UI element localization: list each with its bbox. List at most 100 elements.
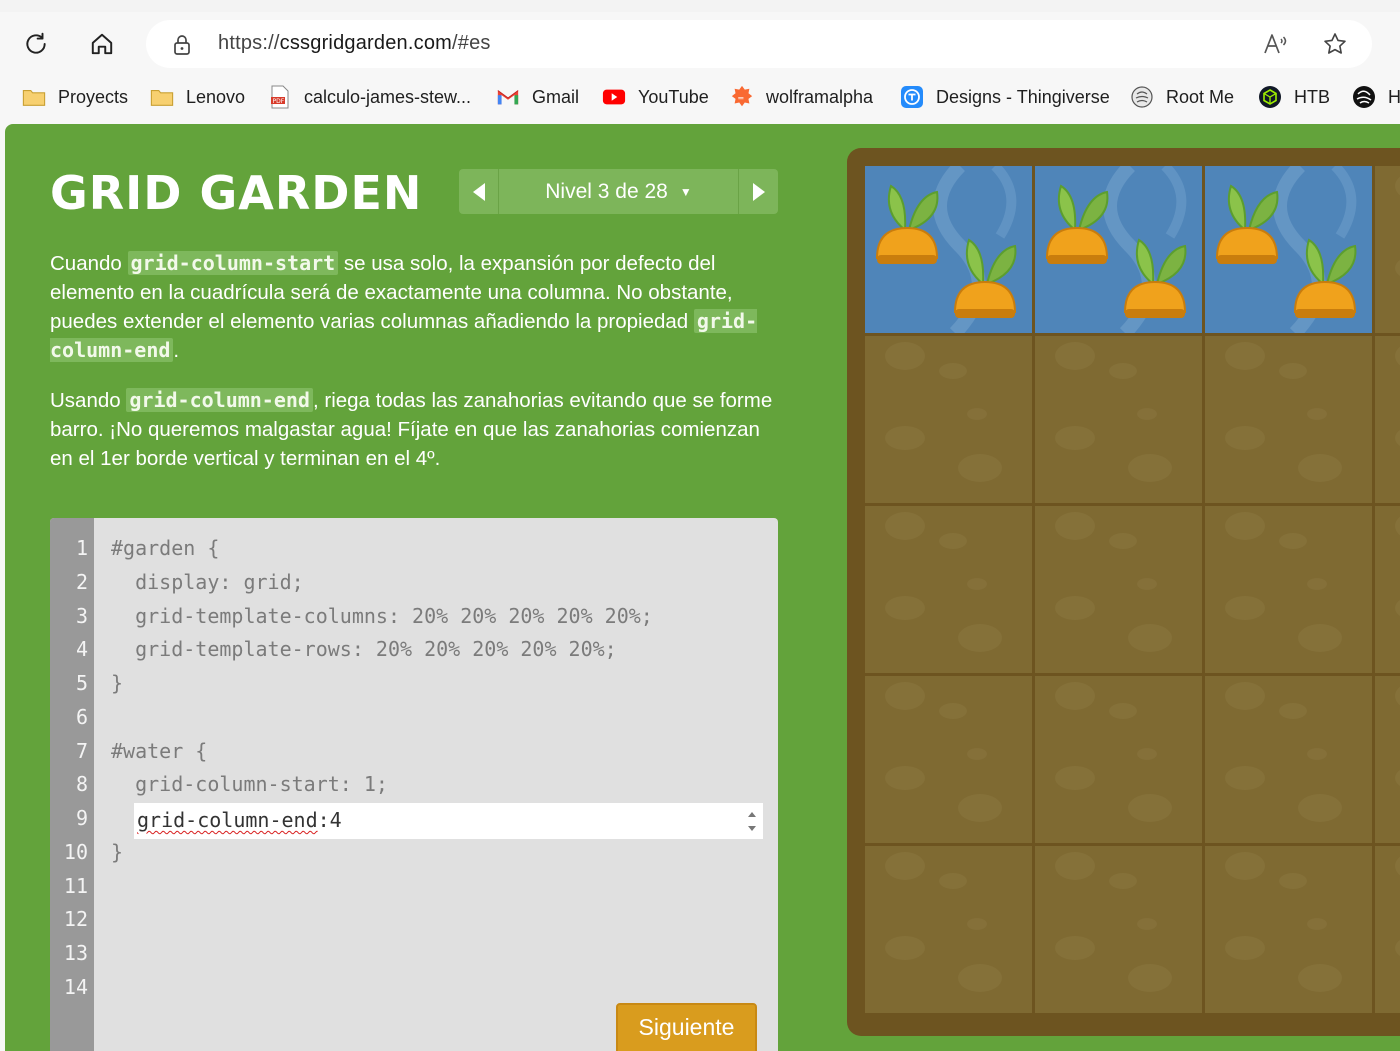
tab-strip-edge xyxy=(0,0,1400,12)
line-number: 7 xyxy=(75,739,88,763)
bookmark-label: Proyects xyxy=(58,86,129,107)
rootme-icon xyxy=(1130,85,1154,109)
next-button[interactable]: Siguiente xyxy=(616,1003,757,1051)
code-line: } xyxy=(111,840,124,864)
bookmark-calculo-pdf[interactable]: PDF calculo-james-stew... xyxy=(268,84,471,110)
bookmark-lenovo[interactable]: Lenovo xyxy=(150,84,245,110)
code-line: grid-template-rows: 20% 20% 20% 20% 20%; xyxy=(111,637,617,661)
carrot-sprite xyxy=(1205,166,1372,338)
garden-plot xyxy=(1035,506,1202,673)
home-button[interactable] xyxy=(82,24,122,64)
code-keyword: grid-column-end xyxy=(126,388,313,412)
css-editor: 1 2 3 4 5 6 7 8 9 10 11 12 13 14 #garden… xyxy=(50,518,778,1051)
bookmark-proyects[interactable]: Proyects xyxy=(22,84,128,110)
garden-plot xyxy=(1205,846,1372,1013)
globe-icon xyxy=(1352,85,1376,109)
code-line: display: grid; xyxy=(111,570,304,594)
refresh-icon xyxy=(26,32,46,54)
code-line: #garden { xyxy=(111,536,220,560)
page-title: GRID GARDEN xyxy=(50,166,423,220)
instruction-paragraph-1: Cuando grid-column-start se usa solo, la… xyxy=(50,251,758,362)
code-line: grid-template-columns: 20% 20% 20% 20% 2… xyxy=(111,604,653,628)
favorite-star-icon[interactable] xyxy=(1322,31,1348,62)
bookmark-htb[interactable]: HTB xyxy=(1258,84,1330,110)
css-answer-text[interactable]: grid-column-end:4 xyxy=(137,808,342,832)
bookmark-label: wolframalpha xyxy=(766,86,874,107)
arrow-left-icon xyxy=(472,182,485,201)
line-number: 9 xyxy=(75,806,88,830)
garden-plot xyxy=(1375,166,1400,333)
next-level-button[interactable] xyxy=(738,169,778,214)
bookmark-rootme[interactable]: Root Me xyxy=(1130,84,1234,110)
garden-plot xyxy=(1375,336,1400,503)
level-navigator: Nivel 3 de 28 ▼ xyxy=(459,169,778,214)
garden-plot xyxy=(1205,676,1372,843)
bookmark-label: Gmail xyxy=(532,86,580,107)
bookmark-youtube[interactable]: YouTube xyxy=(602,84,709,110)
garden-plot xyxy=(1205,506,1372,673)
garden-board xyxy=(847,148,1400,1036)
line-number: 12 xyxy=(63,907,88,931)
level-dropdown[interactable]: Nivel 3 de 28 ▼ xyxy=(499,169,738,214)
instruction-paragraph-2: Usando grid-column-end, riega todas las … xyxy=(50,388,773,470)
line-number-gutter: 1 2 3 4 5 6 7 8 9 10 11 12 13 14 xyxy=(50,518,94,1051)
bookmarks-bar: Proyects Lenovo PDF calculo-james-stew..… xyxy=(0,76,1400,120)
garden-plot xyxy=(1375,676,1400,843)
level-label: Nivel 3 de 28 xyxy=(545,179,668,203)
bookmark-h[interactable]: H xyxy=(1352,84,1400,110)
carrot-sprite xyxy=(1035,166,1202,338)
gmail-icon xyxy=(496,85,520,109)
line-number: 1 xyxy=(75,536,88,560)
folder-icon xyxy=(22,85,46,109)
refresh-button[interactable] xyxy=(16,24,56,64)
address-bar[interactable]: https://cssgridgarden.com/#es xyxy=(146,20,1372,68)
garden-plot xyxy=(1035,846,1202,1013)
url-text[interactable]: https://cssgridgarden.com/#es xyxy=(218,32,491,55)
garden-plot xyxy=(1375,506,1400,673)
line-number: 10 xyxy=(63,840,88,864)
code-line: #water { xyxy=(111,739,208,763)
bookmark-label: HTB xyxy=(1294,86,1330,107)
garden-plot xyxy=(1035,676,1202,843)
line-number: 13 xyxy=(63,941,88,965)
bookmark-thingiverse[interactable]: Designs - Thingiverse xyxy=(900,84,1110,110)
arrow-right-icon xyxy=(752,182,765,201)
line-number: 8 xyxy=(75,772,88,796)
css-answer-input[interactable]: grid-column-end:4 xyxy=(134,803,763,839)
garden-plot xyxy=(865,846,1032,1013)
line-number: 2 xyxy=(75,570,88,594)
bookmark-label: calculo-james-stew... xyxy=(304,86,472,107)
wolframalpha-icon: = xyxy=(730,85,754,109)
bookmark-label: Lenovo xyxy=(186,86,246,107)
bookmark-wolframalpha[interactable]: = wolframalpha xyxy=(730,84,873,110)
bookmark-gmail[interactable]: Gmail xyxy=(496,84,579,110)
garden-plot xyxy=(1375,846,1400,1013)
code-line: } xyxy=(111,671,124,695)
pdf-icon: PDF xyxy=(268,85,292,109)
garden-plot xyxy=(1035,336,1202,503)
line-number: 6 xyxy=(75,705,88,729)
read-aloud-icon[interactable] xyxy=(1262,32,1288,61)
bookmark-label: Root Me xyxy=(1166,86,1235,107)
line-number: 3 xyxy=(75,604,88,628)
line-number: 4 xyxy=(75,637,88,661)
carrot-sprite xyxy=(865,166,1032,338)
code-line: grid-column-start: 1; xyxy=(111,772,388,796)
folder-icon xyxy=(150,85,174,109)
browser-toolbar: https://cssgridgarden.com/#es xyxy=(0,12,1400,76)
lock-icon[interactable] xyxy=(172,34,192,61)
spinner-arrows-icon[interactable] xyxy=(747,807,757,835)
garden-plot xyxy=(865,336,1032,503)
line-number: 11 xyxy=(63,874,88,898)
code-keyword: grid-column-start xyxy=(127,251,339,275)
game-page: GRID GARDEN Nivel 3 de 28 ▼ Cuando grid-… xyxy=(5,124,1400,1051)
thingiverse-icon xyxy=(900,85,924,109)
garden-plot xyxy=(865,676,1032,843)
caret-down-icon: ▼ xyxy=(679,184,692,199)
previous-level-button[interactable] xyxy=(459,169,499,214)
svg-text:=: = xyxy=(737,93,744,103)
bookmark-label: H xyxy=(1388,86,1400,107)
bookmark-label: Designs - Thingiverse xyxy=(936,86,1110,107)
instructions: Cuando grid-column-start se usa solo, la… xyxy=(50,249,780,494)
garden-plot xyxy=(865,506,1032,673)
